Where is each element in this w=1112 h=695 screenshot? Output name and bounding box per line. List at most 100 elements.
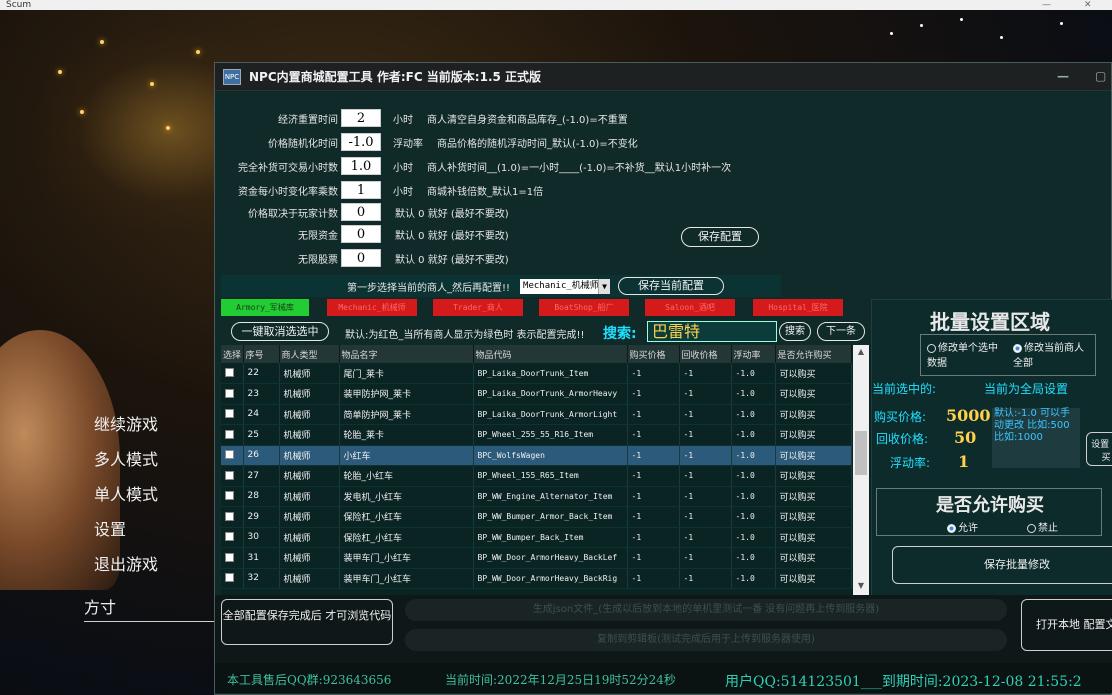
save-current-button[interactable]: 保存当前配置 <box>618 277 725 295</box>
setting-label: 价格随机化时间 <box>268 138 338 150</box>
table-scrollbar[interactable]: ▲ ▼ <box>853 345 869 595</box>
setting-row: 无限股票 0 默认 0 就好 (最好不要改) <box>221 247 509 269</box>
cell-checkbox[interactable] <box>221 363 244 384</box>
menu-settings[interactable]: 设置 <box>94 517 158 552</box>
col-header: 物品代码 <box>473 345 628 363</box>
tab-mechanic[interactable]: Mechanic_机械师 <box>327 299 417 316</box>
checkbox-icon[interactable] <box>225 388 234 398</box>
allow-yes-radio[interactable]: 允许 <box>947 519 978 534</box>
table-row[interactable]: 31 机械师 装甲车门_小红车 BP_WW_Door_ArmorHeavy_BackL… <box>221 547 852 569</box>
table-row[interactable]: 25 机械师 轮胎_莱卡 BP_Wheel_255_55_R16_Item -1 -1 -1… <box>221 424 852 446</box>
table-row[interactable]: 27 机械师 轮胎_小红车 BP_Wheel_155_R65_Item -1 -1 -1.0… <box>221 465 852 487</box>
minimize-icon[interactable]: — <box>1042 0 1051 10</box>
tab-boatshop[interactable]: BoatShop_船厂 <box>539 299 629 316</box>
tab-hospital[interactable]: Hospital_医院 <box>753 299 843 316</box>
setting-unit: 小时 <box>393 162 413 174</box>
cell-checkbox[interactable] <box>221 486 244 507</box>
setting-input[interactable]: 0 <box>341 249 381 267</box>
status-bar: 本工具售后QQ群:923643656 当前时间:2022年12月25日19时52… <box>215 663 1112 693</box>
tab-trader[interactable]: Trader_商人 <box>433 299 523 316</box>
table-row[interactable]: 30 机械师 保险杠_小红车 BP_WW_Bumper_Back_Item -1 -1 -1… <box>221 527 852 548</box>
cell-checkbox[interactable] <box>221 465 244 487</box>
table-row[interactable]: 29 机械师 保险杠_小红车 BP_WW_Bumper_Armor_Back_Item… <box>221 506 852 528</box>
close-icon[interactable]: ✕ <box>1084 0 1092 10</box>
window-maximize-icon[interactable]: ▢ <box>1095 69 1106 83</box>
checkbox-icon[interactable] <box>225 491 234 501</box>
checkbox-icon[interactable] <box>225 409 234 419</box>
menu-exit[interactable]: 退出游戏 <box>94 552 158 587</box>
window-minimize-icon[interactable]: — <box>1057 69 1069 83</box>
table-row[interactable]: 28 机械师 发电机_小红车 BP_WW_Engine_Alternator_Item… <box>221 486 852 507</box>
radio-checked-icon <box>1013 343 1022 353</box>
search-input[interactable]: 巴雷特 <box>647 321 777 342</box>
full-save-button[interactable]: 全部配置保存完成后 才可浏览代码 <box>221 599 393 645</box>
deselect-all-button[interactable]: 一键取消选选中 <box>231 322 329 341</box>
setting-input[interactable]: 0 <box>341 225 381 243</box>
merchant-select[interactable]: Mechanic_机械师 ▼ <box>520 278 611 294</box>
checkbox-icon[interactable] <box>225 532 234 542</box>
next-button[interactable]: 下一条 <box>817 322 865 341</box>
setting-unit: 小时 <box>393 114 413 126</box>
menu-singleplayer[interactable]: 单人模式 <box>94 482 158 517</box>
menu-continue[interactable]: 继续游戏 <box>94 412 158 447</box>
menu-multiplayer[interactable]: 多人模式 <box>94 447 158 482</box>
checkbox-icon[interactable] <box>225 429 234 439</box>
mode-single-radio[interactable]: 修改单个选中数据 <box>927 339 1007 369</box>
cell-merchant-type: 机械师 <box>279 404 340 425</box>
checkbox-icon[interactable] <box>225 573 234 583</box>
cell-checkbox[interactable] <box>221 424 244 446</box>
cell-checkbox[interactable] <box>221 383 244 405</box>
allow-group: 是否允许购买 允许 禁止 <box>876 488 1102 536</box>
table-row[interactable]: 32 机械师 装甲车门_小红车 BP_WW_Door_ArmorHeavy_BackR… <box>221 568 852 589</box>
open-local-config-button[interactable]: 打开本地 配置文件 <box>1021 599 1112 651</box>
search-button[interactable]: 搜索 <box>779 322 811 341</box>
allow-no-radio[interactable]: 禁止 <box>1027 519 1058 534</box>
cell-allow-status: 可以购买 <box>775 547 852 569</box>
cell-allow-status: 可以购买 <box>775 363 852 384</box>
setting-input[interactable]: 0 <box>341 203 381 221</box>
setting-input[interactable]: 1.0 <box>341 157 381 175</box>
table-row[interactable]: 26 机械师 小红车 BPC_WolfsWagen -1 -1 -1.0 可以购买 <box>221 445 852 466</box>
side-settings-button[interactable]: 设置 看买 <box>1086 432 1112 466</box>
setting-input[interactable]: 2 <box>341 109 381 127</box>
rate-input[interactable]: 1 <box>958 452 969 471</box>
tab-saloon[interactable]: Saloon_酒吧 <box>645 299 735 316</box>
setting-unit: 浮动率 <box>393 138 423 150</box>
setting-input[interactable]: 1 <box>341 181 381 199</box>
table-row[interactable]: 22 机械师 尾门_莱卡 BP_Laika_DoorTrunk_Item -1 -1 -1.… <box>221 363 852 384</box>
sell-price-input[interactable]: 50 <box>954 428 976 447</box>
mode-all-radio[interactable]: 修改当前商人全部 <box>1013 339 1093 369</box>
cell-checkbox[interactable] <box>221 445 244 466</box>
checkbox-icon[interactable] <box>225 552 234 562</box>
cell-merchant-type: 机械师 <box>279 465 340 487</box>
scroll-down-icon[interactable]: ▼ <box>853 581 869 590</box>
save-config-button[interactable]: 保存配置 <box>681 227 759 247</box>
setting-input[interactable]: -1.0 <box>341 133 381 151</box>
checkbox-icon[interactable] <box>225 470 234 480</box>
setting-row: 完全补货可交易小时数 1.0 小时 商人补货时间__(1.0)=一小时____(… <box>221 155 731 177</box>
buy-price-input[interactable]: 5000 <box>946 406 991 425</box>
save-batch-button[interactable]: 保存批量修改 <box>892 546 1112 584</box>
cell-item-code: BP_Laika_DoorTrunk_ArmorHeavy <box>473 383 628 405</box>
tab-armory[interactable]: Armory_军械库 <box>221 299 309 316</box>
generate-json-button[interactable]: 生成json文件_(生成以后放到本地的单机里测试一番 没有问题再上传到服务器) <box>405 599 1007 621</box>
cell-checkbox[interactable] <box>221 404 244 425</box>
scroll-thumb[interactable] <box>855 431 867 475</box>
checkbox-icon[interactable] <box>225 368 234 377</box>
cell-sell-price: -1 <box>679 465 732 487</box>
scroll-up-icon[interactable]: ▲ <box>853 347 869 356</box>
cell-checkbox[interactable] <box>221 568 244 589</box>
table-row[interactable]: 23 机械师 装甲防护网_莱卡 BP_Laika_DoorTrunk_ArmorHea… <box>221 383 852 405</box>
copy-clipboard-button[interactable]: 复制到剪辑板(测试完成后用于上传到服务器使用) <box>405 629 1007 651</box>
cell-row-number: 32 <box>243 568 280 589</box>
table-toolbar: 一键取消选选中 默认:为红色_当所有商人显示为绿色时 表示配置完成!! 搜索: … <box>221 321 871 343</box>
cell-checkbox[interactable] <box>221 547 244 569</box>
setting-row: 经济重置时间 2 小时 商人清空自身资金和商品库存_(-1.0)=不重置 <box>221 107 628 129</box>
cell-checkbox[interactable] <box>221 527 244 548</box>
settings-panel: 经济重置时间 2 小时 商人清空自身资金和商品库存_(-1.0)=不重置 价格随… <box>221 97 777 277</box>
checkbox-icon[interactable] <box>225 511 234 521</box>
cell-checkbox[interactable] <box>221 506 244 528</box>
col-header: 浮动率 <box>731 345 776 363</box>
checkbox-icon[interactable] <box>225 450 234 460</box>
table-row[interactable]: 24 机械师 简单防护网_莱卡 BP_Laika_DoorTrunk_ArmorLig… <box>221 404 852 425</box>
